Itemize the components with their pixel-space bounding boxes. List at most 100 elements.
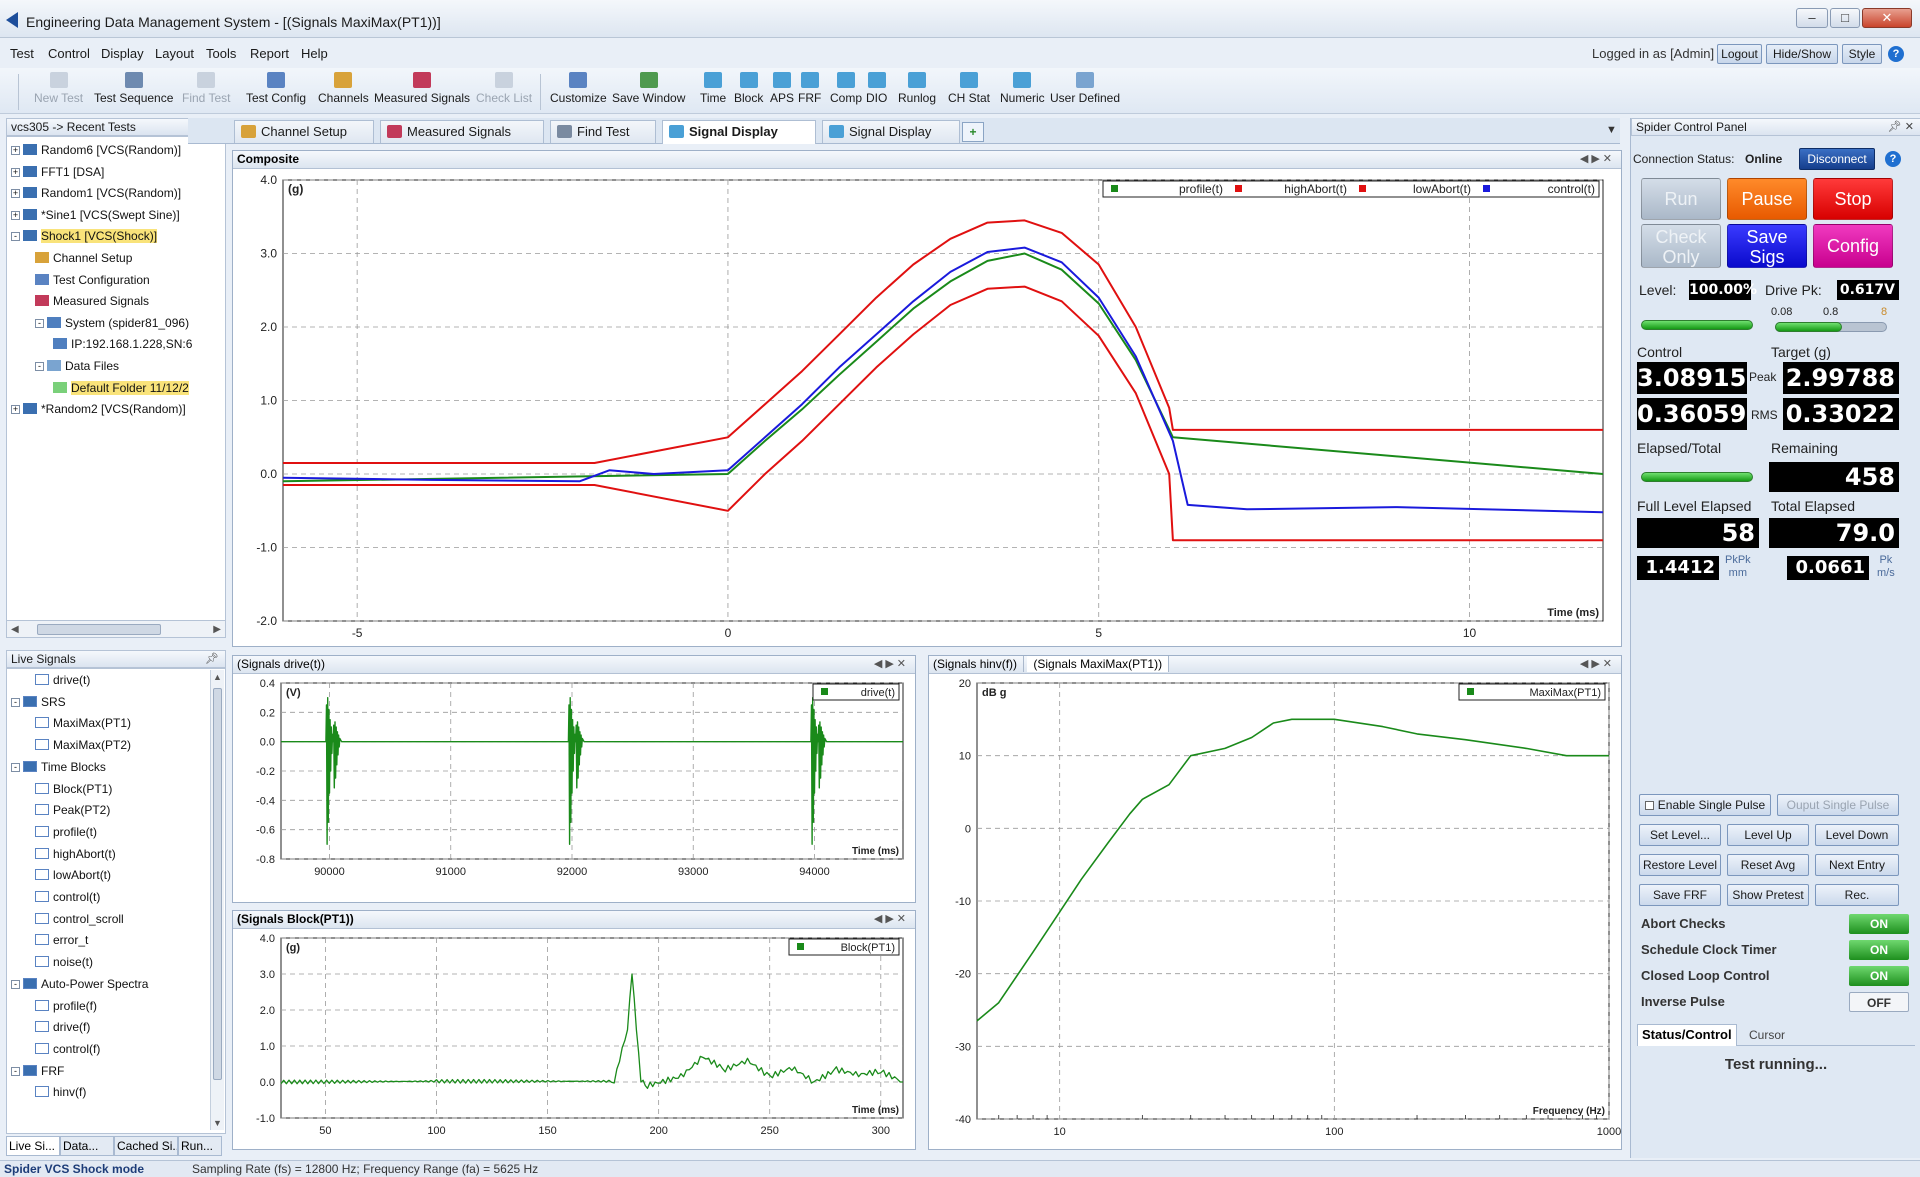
- hide-show-button[interactable]: Hide/Show: [1766, 44, 1838, 64]
- left-bottom-tab[interactable]: Cached Si...: [114, 1136, 178, 1156]
- pin-icon[interactable]: 📌︎: [205, 651, 219, 667]
- live-signal-item[interactable]: - Auto-Power Spectra: [11, 977, 148, 991]
- toolbar-save-window-button[interactable]: Save Window: [612, 70, 685, 105]
- toolbar-check-list-button[interactable]: Check List: [476, 70, 532, 105]
- tab-signal-display[interactable]: Signal Display: [662, 120, 816, 144]
- left-bottom-tab[interactable]: Run...: [178, 1136, 222, 1156]
- live-signal-item[interactable]: - SRS: [11, 695, 66, 709]
- toolbar-channels-button[interactable]: Channels: [318, 70, 369, 105]
- save-sigs-button[interactable]: Save Sigs: [1727, 224, 1807, 268]
- menu-test[interactable]: Test: [10, 46, 34, 61]
- scroll-up-icon[interactable]: ▲: [213, 672, 222, 682]
- tree-item[interactable]: + FFT1 [DSA]: [11, 165, 104, 179]
- tree-item[interactable]: Test Configuration: [35, 273, 150, 287]
- menu-display[interactable]: Display: [101, 46, 144, 61]
- recent-hscrollbar[interactable]: ◀ ▶: [6, 620, 226, 638]
- logout-button[interactable]: Logout: [1717, 44, 1762, 64]
- run-button[interactable]: Run: [1641, 178, 1721, 220]
- collapse-icon[interactable]: -: [11, 1066, 20, 1076]
- live-signal-item[interactable]: Peak(PT2): [35, 803, 110, 817]
- tree-item[interactable]: - Shock1 [VCS(Shock)]: [11, 229, 158, 244]
- tab-dropdown-icon[interactable]: ▼: [1606, 124, 1617, 136]
- tree-item[interactable]: + *Random2 [VCS(Random)]: [11, 402, 186, 416]
- toolbar-find-test-button[interactable]: Find Test: [182, 70, 230, 105]
- live-signal-item[interactable]: MaxiMax(PT2): [35, 738, 131, 752]
- help-icon[interactable]: ?: [1885, 151, 1901, 167]
- live-signal-item[interactable]: lowAbort(t): [35, 868, 111, 882]
- enable-single-pulse-button[interactable]: Enable Single Pulse: [1639, 794, 1771, 816]
- control-button-save-frf[interactable]: Save FRF: [1639, 884, 1721, 906]
- control-button-next-entry[interactable]: Next Entry: [1815, 854, 1899, 876]
- tab-signal-display[interactable]: Signal Display: [822, 120, 960, 143]
- toolbar-numeric-button[interactable]: Numeric: [1000, 70, 1045, 105]
- tab-hinv[interactable]: (Signals hinv(f)): [933, 656, 1025, 672]
- expand-icon[interactable]: +: [11, 189, 20, 199]
- collapse-icon[interactable]: -: [35, 362, 44, 371]
- control-button-reset-avg[interactable]: Reset Avg: [1727, 854, 1809, 876]
- scroll-down-icon[interactable]: ▼: [213, 1118, 222, 1128]
- output-single-pulse-button[interactable]: Ouput Single Pulse: [1777, 794, 1899, 816]
- toolbar-comp-button[interactable]: Comp: [830, 70, 862, 105]
- tab-maximax[interactable]: (Signals MaxiMax(PT1)): [1027, 656, 1170, 672]
- live-signal-item[interactable]: noise(t): [35, 955, 93, 969]
- menu-control[interactable]: Control: [48, 46, 90, 61]
- toolbar-new-test-button[interactable]: New Test: [34, 70, 83, 105]
- collapse-icon[interactable]: -: [11, 762, 20, 772]
- toolbar-runlog-button[interactable]: Runlog: [898, 70, 936, 105]
- maximize-button[interactable]: □: [1830, 8, 1860, 28]
- checkbox-icon[interactable]: [1644, 801, 1654, 810]
- tab-find-test[interactable]: Find Test: [550, 120, 656, 143]
- live-signal-item[interactable]: drive(f): [35, 1020, 90, 1034]
- toolbar-dio-button[interactable]: DIO: [866, 70, 887, 105]
- tree-item[interactable]: - Data Files: [35, 359, 119, 373]
- window-controls-icon[interactable]: ◀▶✕: [1580, 656, 1615, 672]
- live-signal-item[interactable]: profile(f): [35, 999, 97, 1013]
- live-signal-item[interactable]: drive(t): [35, 673, 90, 687]
- toggle-switch[interactable]: OFF: [1849, 992, 1909, 1012]
- expand-icon[interactable]: +: [11, 210, 20, 220]
- toolbar-user-defined-button[interactable]: User Defined: [1050, 70, 1120, 105]
- expand-icon[interactable]: +: [11, 146, 20, 155]
- menu-report[interactable]: Report: [250, 46, 289, 61]
- scroll-right-icon[interactable]: ▶: [213, 624, 221, 635]
- add-tab-icon[interactable]: +: [962, 122, 984, 142]
- scroll-left-icon[interactable]: ◀: [11, 624, 19, 635]
- tree-item[interactable]: Channel Setup: [35, 251, 132, 265]
- toolbar-customize-button[interactable]: Customize: [550, 70, 607, 105]
- tree-item[interactable]: IP:192.168.1.228,SN:6: [53, 337, 192, 351]
- menu-help[interactable]: Help: [301, 46, 328, 61]
- collapse-icon[interactable]: -: [35, 318, 44, 328]
- tree-item[interactable]: Measured Signals: [35, 294, 149, 308]
- help-icon[interactable]: ?: [1888, 46, 1904, 62]
- live-signal-item[interactable]: - FRF: [11, 1064, 64, 1078]
- control-button-rec[interactable]: Rec.: [1815, 884, 1899, 906]
- stop-button[interactable]: Stop: [1813, 178, 1893, 220]
- scroll-thumb[interactable]: [37, 624, 161, 635]
- live-signal-item[interactable]: - Time Blocks: [11, 760, 106, 774]
- toolbar-test-config-button[interactable]: Test Config: [246, 70, 306, 105]
- expand-icon[interactable]: +: [11, 167, 20, 177]
- control-button-show-pretest[interactable]: Show Pretest: [1727, 884, 1809, 906]
- collapse-icon[interactable]: -: [11, 979, 20, 989]
- live-signal-item[interactable]: control_scroll: [35, 912, 124, 926]
- control-button-level-up[interactable]: Level Up: [1727, 824, 1809, 846]
- scroll-thumb[interactable]: [213, 688, 222, 1080]
- close-button[interactable]: ✕: [1862, 8, 1912, 28]
- live-signal-item[interactable]: Block(PT1): [35, 782, 112, 796]
- expand-icon[interactable]: +: [11, 405, 20, 415]
- tree-item[interactable]: Default Folder 11/12/2: [53, 380, 189, 395]
- window-controls-icon[interactable]: ◀▶✕: [874, 911, 909, 927]
- toolbar-block-button[interactable]: Block: [734, 70, 763, 105]
- tree-item[interactable]: + *Sine1 [VCS(Swept Sine)]: [11, 208, 180, 222]
- left-bottom-tab[interactable]: Live Si...: [6, 1136, 60, 1156]
- collapse-icon[interactable]: -: [11, 232, 20, 242]
- toolbar-ch-stat-button[interactable]: CH Stat: [948, 70, 990, 105]
- toolbar-time-button[interactable]: Time: [700, 70, 726, 105]
- collapse-icon[interactable]: -: [11, 697, 20, 707]
- check-only-button[interactable]: Check Only: [1641, 224, 1721, 268]
- toggle-switch[interactable]: ON: [1849, 966, 1909, 986]
- live-signal-item[interactable]: error_t: [35, 933, 88, 947]
- live-signal-item[interactable]: control(f): [35, 1042, 100, 1056]
- window-controls-icon[interactable]: ◀▶✕: [1580, 151, 1615, 167]
- live-vscrollbar[interactable]: ▲ ▼: [210, 670, 224, 1130]
